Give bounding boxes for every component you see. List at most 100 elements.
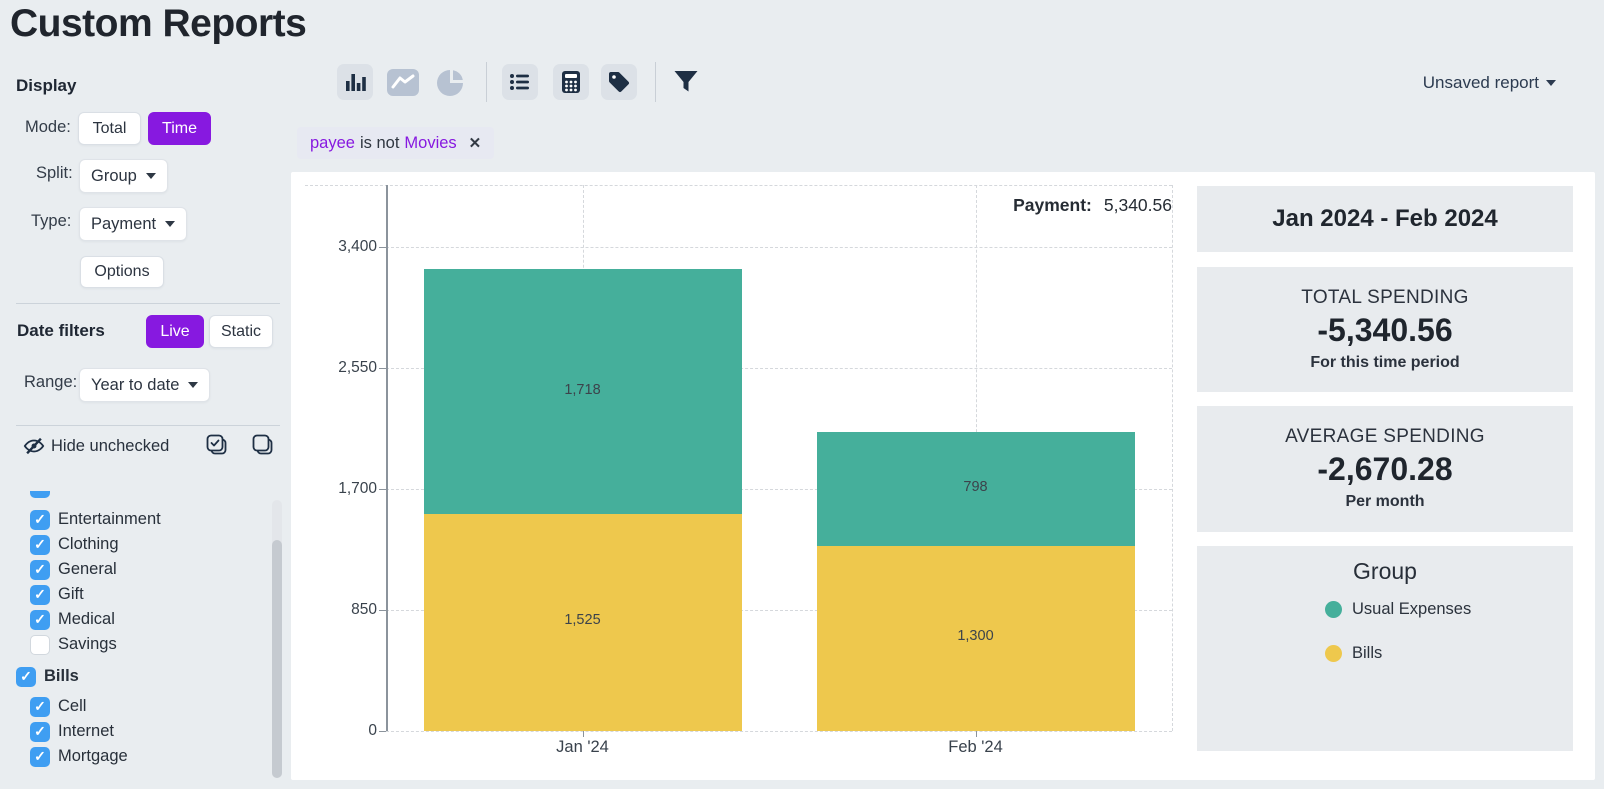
legend-dot-bills	[1325, 645, 1342, 662]
chip-field: payee	[310, 134, 355, 153]
gridline-top	[305, 185, 1172, 186]
average-spending-subtitle: Per month	[1197, 493, 1573, 511]
average-spending-title: AVERAGE SPENDING	[1197, 406, 1573, 448]
display-heading: Display	[16, 76, 76, 96]
mode-time-button[interactable]: Time	[148, 112, 211, 145]
category-row-gift: ✓ Gift	[0, 582, 270, 607]
legend-item-bills: Bills	[1325, 641, 1573, 665]
y-axis-label-1700: 1,700	[291, 478, 377, 500]
bar-chart-button[interactable]	[337, 64, 373, 100]
tag-button[interactable]	[601, 64, 637, 100]
range-label: Range:	[24, 373, 77, 392]
chevron-down-icon	[188, 382, 198, 388]
legend-title: Group	[1197, 546, 1573, 585]
chip-value: Movies	[404, 134, 456, 153]
range-select[interactable]: Year to date	[79, 368, 210, 402]
y-axis-label-0: 0	[291, 720, 377, 742]
category-checkbox-savings[interactable]	[30, 635, 50, 655]
category-checkbox-cell[interactable]: ✓	[30, 697, 50, 717]
pie-chart-icon	[436, 67, 466, 97]
category-checkbox-gift[interactable]: ✓	[30, 585, 50, 605]
date-live-button[interactable]: Live	[146, 315, 204, 348]
chip-operator: is not	[360, 134, 399, 153]
category-label-savings: Savings	[58, 635, 117, 654]
filter-chip[interactable]: payee is not Movies ✕	[297, 127, 494, 159]
gridline-y-3400	[386, 247, 1172, 248]
deselect-all-icon[interactable]	[252, 434, 274, 456]
remove-filter-icon[interactable]: ✕	[469, 134, 482, 152]
bar-value-jan-24-bills: 1,525	[523, 612, 643, 628]
type-label: Type:	[31, 212, 71, 231]
page-title: Custom Reports	[10, 2, 306, 46]
category-checkbox-clothing[interactable]: ✓	[30, 535, 50, 555]
toolbar-divider	[655, 62, 656, 102]
category-checkbox-entertainment[interactable]: ✓	[30, 510, 50, 530]
legend-card: Group Usual Expenses Bills	[1197, 546, 1573, 751]
category-checkbox-internet[interactable]: ✓	[30, 722, 50, 742]
calculator-button[interactable]	[553, 64, 589, 100]
category-label-clothing: Clothing	[58, 535, 119, 554]
y-tickmark	[379, 610, 386, 611]
type-value: Payment	[91, 215, 156, 234]
total-spending-subtitle: For this time period	[1197, 354, 1573, 372]
chevron-down-icon	[146, 173, 156, 179]
date-range-card: Jan 2024 - Feb 2024	[1197, 186, 1573, 252]
divider	[16, 425, 280, 426]
saved-report-menu[interactable]: Unsaved report	[1423, 73, 1556, 93]
x-axis-label-jan-24: Jan '24	[513, 738, 653, 757]
list-icon	[508, 70, 532, 94]
report-sidebar: Display Mode: Total Time Split: Group Ty…	[0, 60, 291, 789]
category-row-savings: Savings	[0, 632, 270, 657]
eye-off-icon[interactable]	[23, 435, 45, 457]
split-select[interactable]: Group	[79, 159, 168, 193]
category-label-bills: Bills	[44, 667, 79, 686]
area-chart-button[interactable]	[386, 68, 420, 97]
x-axis-label-feb-24: Feb '24	[906, 738, 1046, 757]
mode-total-button[interactable]: Total	[78, 112, 141, 145]
legend-label-bills: Bills	[1352, 644, 1382, 663]
category-label-entertainment: Entertainment	[58, 510, 161, 529]
list-button[interactable]	[502, 64, 538, 100]
category-filter-list: ✓Entertainment✓Clothing✓General✓Gift✓Med…	[0, 507, 270, 769]
category-label-mortgage: Mortgage	[58, 747, 128, 766]
category-row-entertainment: ✓ Entertainment	[0, 507, 270, 532]
category-checkbox-general[interactable]: ✓	[30, 560, 50, 580]
bar-chart-icon	[343, 70, 367, 94]
y-axis-label-2550: 2,550	[291, 357, 377, 379]
scrollbar-thumb[interactable]	[272, 540, 282, 778]
category-label-cell: Cell	[58, 697, 86, 716]
hide-unchecked-label[interactable]: Hide unchecked	[51, 437, 169, 456]
menu-icon[interactable]	[292, 70, 318, 95]
legend-label-usual-expenses: Usual Expenses	[1352, 600, 1471, 619]
category-row-cell: ✓ Cell	[0, 694, 270, 719]
y-axis-line	[386, 185, 388, 731]
category-label-internet: Internet	[58, 722, 114, 741]
total-spending-card: TOTAL SPENDING -5,340.56 For this time p…	[1197, 267, 1573, 392]
filter-button[interactable]	[672, 68, 700, 96]
category-label-gift: Gift	[58, 585, 84, 604]
chevron-down-icon	[1546, 80, 1556, 86]
legend-item-usual-expenses: Usual Expenses	[1325, 597, 1573, 621]
category-row-medical: ✓ Medical	[0, 607, 270, 632]
date-static-button[interactable]: Static	[209, 315, 273, 348]
category-row-internet: ✓ Internet	[0, 719, 270, 744]
category-checkbox-bills[interactable]: ✓	[16, 667, 36, 687]
y-tickmark	[379, 731, 386, 732]
category-checkbox-medical[interactable]: ✓	[30, 610, 50, 630]
range-value: Year to date	[91, 376, 179, 395]
select-all-icon[interactable]	[206, 434, 228, 456]
gridline-y-0	[386, 731, 1172, 732]
bar-value-jan-24-usual-expenses: 1,718	[523, 382, 643, 398]
average-spending-value: -2,670.28	[1197, 451, 1573, 488]
average-spending-card: AVERAGE SPENDING -2,670.28 Per month	[1197, 406, 1573, 532]
options-button[interactable]: Options	[80, 256, 164, 288]
category-checkbox-mortgage[interactable]: ✓	[30, 747, 50, 767]
pie-chart-button[interactable]	[436, 67, 466, 97]
gridline-x-2	[1172, 185, 1173, 731]
area-chart-icon	[386, 68, 420, 97]
legend-list: Usual Expenses Bills	[1197, 597, 1573, 665]
category-row-mortgage: ✓ Mortgage	[0, 744, 270, 769]
split-value: Group	[91, 167, 137, 186]
category-label-medical: Medical	[58, 610, 115, 629]
type-select[interactable]: Payment	[79, 207, 187, 241]
